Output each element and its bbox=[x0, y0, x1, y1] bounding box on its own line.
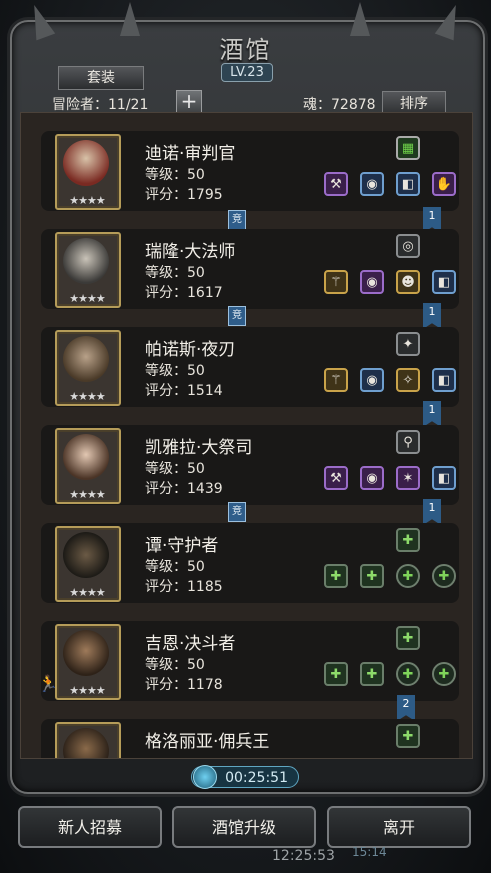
weapon-slot-icon[interactable]: ⚚ bbox=[324, 270, 348, 294]
hero-portrait[interactable]: ★★★★ bbox=[55, 526, 121, 602]
glove-slot-icon[interactable]: ◧ bbox=[432, 270, 456, 294]
hero-face-icon bbox=[63, 630, 109, 676]
adventurer-count: 冒险者：11/21 bbox=[52, 97, 149, 113]
hero-name: 凯雅拉·大祭司 bbox=[145, 438, 253, 458]
hero-face-icon bbox=[63, 728, 109, 758]
hero-score: 评分：1617 bbox=[145, 285, 223, 301]
weapon-slot-icon[interactable]: ⚒ bbox=[324, 466, 348, 490]
helmet-slot-icon[interactable]: ◉ bbox=[360, 172, 384, 196]
armor-slot-icon[interactable]: ◧ bbox=[396, 172, 420, 196]
hero-name: 格洛丽亚·佣兵王 bbox=[145, 732, 270, 752]
leave-button[interactable]: 离开 bbox=[327, 806, 471, 848]
compete-badge: 竞 bbox=[228, 210, 246, 230]
empty-glove-slot-icon[interactable]: ✚ bbox=[432, 564, 456, 588]
add-adventurer-button[interactable]: + bbox=[176, 90, 202, 114]
armor-slot-icon[interactable]: ✧ bbox=[396, 368, 420, 392]
hero-name: 帕诺斯·夜刃 bbox=[145, 340, 236, 360]
hero-row[interactable]: ★★★★ 迪诺·审判官 等级：50 评分：1795 ▦ ⚒ ◉ ◧ ✋ bbox=[41, 131, 459, 211]
weapon-slot-icon[interactable]: ⚚ bbox=[324, 368, 348, 392]
hero-name: 吉恩·决斗者 bbox=[145, 634, 236, 654]
armor-slot-icon[interactable]: ✶ bbox=[396, 466, 420, 490]
hero-stars: ★★★★ bbox=[69, 390, 105, 403]
compete-badge: 竞 bbox=[228, 502, 246, 522]
empty-armor-slot-icon[interactable]: ✚ bbox=[396, 564, 420, 588]
empty-weapon-slot-icon[interactable]: ✚ bbox=[324, 564, 348, 588]
helmet-slot-icon[interactable]: ◉ bbox=[360, 270, 384, 294]
hero-face-icon bbox=[63, 140, 109, 186]
empty-armor-slot-icon[interactable]: ✚ bbox=[396, 662, 420, 686]
suit-button[interactable]: 套装 bbox=[58, 66, 144, 90]
page-title: 酒馆 bbox=[219, 36, 272, 64]
hero-name: 瑞隆·大法师 bbox=[145, 242, 236, 262]
helmet-slot-icon[interactable]: ◉ bbox=[360, 368, 384, 392]
hero-row[interactable]: ★★★★ 帕诺斯·夜刃 等级：50 评分：1514 ✦ ⚚ ◉ ✧ ◧ bbox=[41, 327, 459, 407]
hero-face-icon bbox=[63, 532, 109, 578]
system-clock: 12:25:53 bbox=[272, 848, 335, 864]
hero-portrait[interactable]: ★★★★ bbox=[55, 232, 121, 308]
upgrade-tavern-button[interactable]: 酒馆升级 bbox=[172, 806, 316, 848]
hero-portrait[interactable]: ★★★★ bbox=[55, 134, 121, 210]
hero-portrait[interactable] bbox=[55, 722, 121, 758]
hero-score: 评分：1439 bbox=[145, 481, 223, 497]
hero-stars: ★★★★ bbox=[69, 488, 105, 501]
empty-glove-slot-icon[interactable]: ✚ bbox=[432, 662, 456, 686]
hero-level: 等级：50 bbox=[145, 363, 205, 379]
hero-score: 评分：1178 bbox=[145, 677, 223, 693]
status-extra: 15:14 bbox=[352, 845, 387, 859]
accessory-slot-icon[interactable]: ⚲ bbox=[396, 430, 420, 454]
hero-face-icon bbox=[63, 238, 109, 284]
hero-portrait[interactable]: ★★★★ bbox=[55, 428, 121, 504]
empty-accessory-slot-icon[interactable]: ✚ bbox=[396, 724, 420, 748]
timer-clock-icon bbox=[193, 765, 217, 789]
soul-counter: 魂：72878 bbox=[303, 97, 376, 113]
hero-row[interactable]: ★★★★ 谭·守护者 等级：50 评分：1185 ✚ ✚ ✚ ✚ ✚ bbox=[41, 523, 459, 603]
runner-icon: 🏃 bbox=[38, 674, 58, 693]
accessory-slot-icon[interactable]: ✦ bbox=[396, 332, 420, 356]
hero-level: 等级：50 bbox=[145, 265, 205, 281]
hero-level: 等级：50 bbox=[145, 167, 205, 183]
empty-accessory-slot-icon[interactable]: ✚ bbox=[396, 528, 420, 552]
hero-portrait[interactable]: ★★★★ bbox=[55, 330, 121, 406]
hero-list[interactable]: ★★★★ 迪诺·审判官 等级：50 评分：1795 ▦ ⚒ ◉ ◧ ✋ 竞 1 … bbox=[20, 112, 473, 759]
hero-stars: ★★★★ bbox=[69, 684, 105, 697]
recruit-button[interactable]: 新人招募 bbox=[18, 806, 162, 848]
hero-face-icon bbox=[63, 336, 109, 382]
hero-portrait[interactable]: ★★★★ bbox=[55, 624, 121, 700]
accessory-slot-icon[interactable]: ▦ bbox=[396, 136, 420, 160]
hero-name: 谭·守护者 bbox=[145, 536, 219, 556]
accessory-slot-icon[interactable]: ◎ bbox=[396, 234, 420, 258]
team-flag-badge: 1 bbox=[423, 303, 441, 329]
hero-name: 迪诺·审判官 bbox=[145, 144, 236, 164]
empty-helmet-slot-icon[interactable]: ✚ bbox=[360, 662, 384, 686]
hero-row[interactable]: ★★★★ 凯雅拉·大祭司 等级：50 评分：1439 ⚲ ⚒ ◉ ✶ ◧ bbox=[41, 425, 459, 505]
armor-slot-icon[interactable]: ☻ bbox=[396, 270, 420, 294]
empty-helmet-slot-icon[interactable]: ✚ bbox=[360, 564, 384, 588]
hero-score: 评分：1514 bbox=[145, 383, 223, 399]
weapon-slot-icon[interactable]: ⚒ bbox=[324, 172, 348, 196]
hero-row[interactable]: ★★★★ 吉恩·决斗者 等级：50 评分：1178 ✚ ✚ ✚ ✚ ✚ bbox=[41, 621, 459, 701]
hero-level: 等级：50 bbox=[145, 461, 205, 477]
hero-score: 评分：1185 bbox=[145, 579, 223, 595]
empty-weapon-slot-icon[interactable]: ✚ bbox=[324, 662, 348, 686]
hero-row[interactable]: 格洛丽亚·佣兵王 ✚ bbox=[41, 719, 459, 758]
tavern-level-badge: LV.23 bbox=[221, 63, 273, 82]
empty-accessory-slot-icon[interactable]: ✚ bbox=[396, 626, 420, 650]
hero-row[interactable]: ★★★★ 瑞隆·大法师 等级：50 评分：1617 ◎ ⚚ ◉ ☻ ◧ bbox=[41, 229, 459, 309]
hero-stars: ★★★★ bbox=[69, 586, 105, 599]
glove-slot-icon[interactable]: ✋ bbox=[432, 172, 456, 196]
compete-badge: 竞 bbox=[228, 306, 246, 326]
hero-stars: ★★★★ bbox=[69, 194, 105, 207]
team-flag-badge: 2 bbox=[397, 695, 415, 721]
hero-stars: ★★★★ bbox=[69, 292, 105, 305]
helmet-slot-icon[interactable]: ◉ bbox=[360, 466, 384, 490]
hero-level: 等级：50 bbox=[145, 559, 205, 575]
glove-slot-icon[interactable]: ◧ bbox=[432, 368, 456, 392]
hero-face-icon bbox=[63, 434, 109, 480]
hero-score: 评分：1795 bbox=[145, 187, 223, 203]
team-flag-badge: 1 bbox=[423, 401, 441, 427]
glove-slot-icon[interactable]: ◧ bbox=[432, 466, 456, 490]
team-flag-badge: 1 bbox=[423, 499, 441, 525]
hero-level: 等级：50 bbox=[145, 657, 205, 673]
